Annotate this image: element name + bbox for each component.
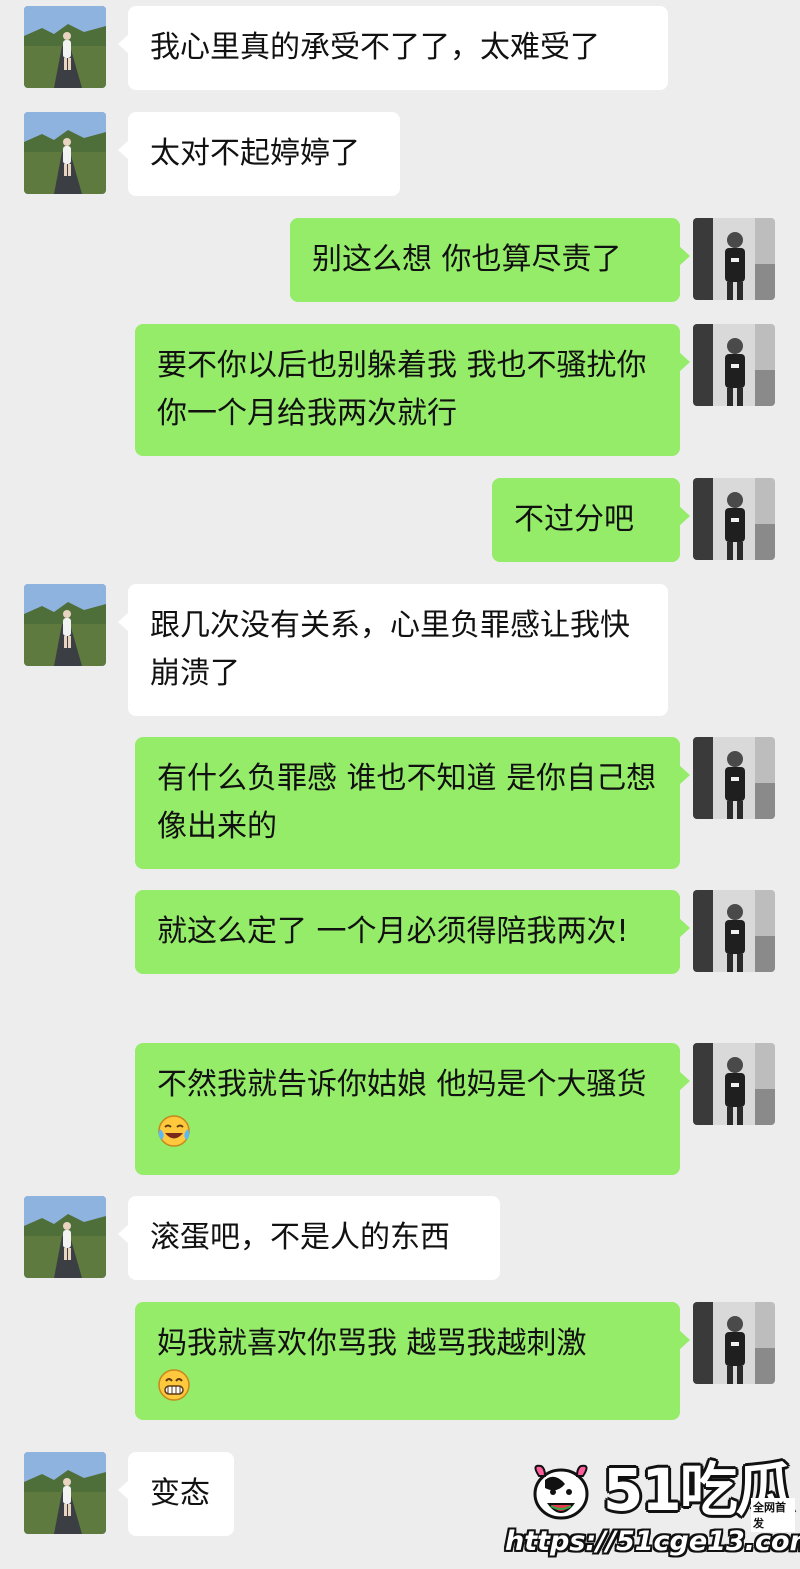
self-avatar[interactable] [693, 218, 775, 300]
self-avatar[interactable] [693, 890, 775, 972]
outgoing-message-bubble[interactable]: 有什么负罪感 谁也不知道 是你自己想像出来的 [135, 737, 690, 869]
grin-emoji [157, 1368, 191, 1402]
message-text: 变态 [150, 1476, 210, 1511]
contact-avatar[interactable] [24, 6, 106, 88]
cow-mascot-icon [533, 1464, 589, 1520]
message-text: 有什么负罪感 谁也不知道 是你自己想像出来的 [157, 761, 657, 844]
incoming-message-bubble[interactable]: 跟几次没有关系，心里负罪感让我快崩溃了 [118, 584, 668, 716]
contact-avatar[interactable] [24, 112, 106, 194]
outgoing-message-bubble[interactable]: 不然我就告诉你姑娘 他妈是个大骚货 [135, 1043, 690, 1175]
contact-avatar[interactable] [24, 1196, 106, 1278]
contact-avatar[interactable] [24, 584, 106, 666]
message-text: 不然我就告诉你姑娘 他妈是个大骚货 [157, 1067, 647, 1102]
outgoing-message-bubble[interactable]: 别这么想 你也算尽责了 [290, 218, 690, 302]
self-avatar[interactable] [693, 737, 775, 819]
contact-avatar[interactable] [24, 1452, 106, 1534]
incoming-message-bubble[interactable]: 我心里真的承受不了了，太难受了 [118, 6, 668, 90]
message-text: 别这么想 你也算尽责了 [312, 242, 622, 277]
message-text: 跟几次没有关系，心里负罪感让我快崩溃了 [150, 608, 630, 691]
message-text: 就这么定了 一个月必须得陪我两次! [157, 914, 629, 949]
message-text: 滚蛋吧，不是人的东西 [150, 1220, 450, 1255]
message-text: 不过分吧 [514, 502, 634, 537]
outgoing-message-bubble[interactable]: 就这么定了 一个月必须得陪我两次! [135, 890, 690, 974]
message-text: 要不你以后也别躲着我 我也不骚扰你 你一个月给我两次就行 [157, 348, 647, 431]
incoming-message-bubble[interactable]: 滚蛋吧，不是人的东西 [118, 1196, 500, 1280]
self-avatar[interactable] [693, 324, 775, 406]
incoming-message-bubble[interactable]: 太对不起婷婷了 [118, 112, 400, 196]
self-avatar[interactable] [693, 478, 775, 560]
watermark: 51吃瓜 全网首发 https://51cge13.com [505, 1452, 800, 1562]
outgoing-message-bubble[interactable]: 不过分吧 [492, 478, 690, 562]
watermark-url: https://51cge13.com [505, 1526, 800, 1557]
incoming-message-bubble[interactable]: 变态 [118, 1452, 234, 1536]
laugh-cry-emoji [157, 1114, 191, 1148]
self-avatar[interactable] [693, 1302, 775, 1384]
outgoing-message-bubble[interactable]: 要不你以后也别躲着我 我也不骚扰你 你一个月给我两次就行 [135, 324, 690, 456]
self-avatar[interactable] [693, 1043, 775, 1125]
outgoing-message-bubble[interactable]: 妈我就喜欢你骂我 越骂我越刺激 [135, 1302, 690, 1420]
message-text: 太对不起婷婷了 [150, 136, 360, 171]
message-text: 我心里真的承受不了了，太难受了 [150, 30, 600, 65]
message-text: 妈我就喜欢你骂我 越骂我越刺激 [157, 1326, 587, 1361]
